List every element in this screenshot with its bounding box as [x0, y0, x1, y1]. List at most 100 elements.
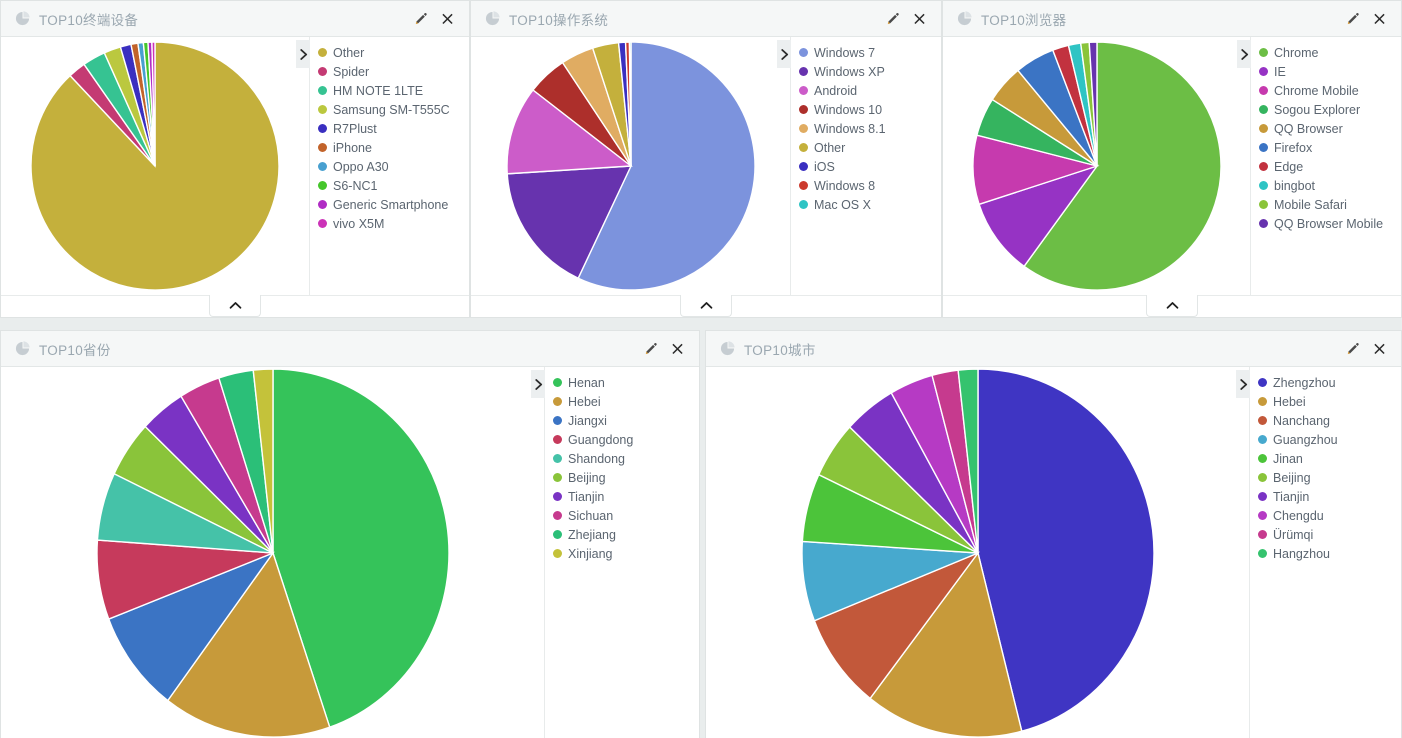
legend-item[interactable]: Windows XP [799, 62, 941, 81]
legend-item[interactable]: S6-NC1 [318, 176, 469, 195]
pie-chart-icon [957, 11, 972, 26]
legend-list: Other Spider HM NOTE 1LTE Samsung SM-T555C R… [310, 37, 469, 295]
legend-item[interactable]: iOS [799, 157, 941, 176]
legend-item[interactable]: Beijing [1258, 468, 1401, 487]
panel-operating-systems: TOP10操作系统 Windows 7 Windows XP Android Wind… [470, 0, 942, 318]
dashboard-root: TOP10终端设备 Other Spider HM NOTE 1LTE Samsung… [0, 0, 1402, 738]
close-icon[interactable] [671, 342, 685, 356]
pencil-icon[interactable] [1346, 12, 1360, 26]
legend-item[interactable]: Chrome [1259, 43, 1401, 62]
legend-item-label: QQ Browser [1274, 121, 1343, 136]
legend-item[interactable]: Windows 10 [799, 100, 941, 119]
legend-item[interactable]: Beijing [553, 468, 699, 487]
close-icon[interactable] [1373, 12, 1387, 26]
legend-item[interactable]: Xinjiang [553, 544, 699, 563]
legend-color-swatch [799, 67, 808, 76]
legend-item-label: IE [1274, 64, 1286, 79]
legend-color-swatch [799, 181, 808, 190]
legend-item[interactable]: Nanchang [1258, 411, 1401, 430]
close-icon[interactable] [1373, 342, 1387, 356]
legend-color-swatch [1258, 473, 1267, 482]
pencil-icon[interactable] [644, 342, 658, 356]
legend-item[interactable]: R7Plust [318, 119, 469, 138]
close-icon[interactable] [441, 12, 455, 26]
legend-item[interactable]: Android [799, 81, 941, 100]
legend-item-label: Henan [568, 375, 605, 390]
legend-color-swatch [553, 454, 562, 463]
legend-item-label: Guangdong [568, 432, 634, 447]
pie-chart-icon [720, 341, 735, 356]
collapse-toggle-button[interactable] [1146, 295, 1198, 317]
legend-item[interactable]: Chengdu [1258, 506, 1401, 525]
legend-item[interactable]: Windows 8 [799, 176, 941, 195]
panel-title-wrap: TOP10终端设备 [15, 9, 414, 29]
legend-item[interactable]: QQ Browser [1259, 119, 1401, 138]
legend-item[interactable]: Hebei [1258, 392, 1401, 411]
legend-item[interactable]: Other [318, 43, 469, 62]
legend-item[interactable]: Hebei [553, 392, 699, 411]
legend-item[interactable]: Zhengzhou [1258, 373, 1401, 392]
legend-item-label: Windows 8.1 [814, 121, 886, 136]
legend-item[interactable]: Mac OS X [799, 195, 941, 214]
legend-item[interactable]: Windows 8.1 [799, 119, 941, 138]
legend-list: Henan Hebei Jiangxi Guangdong Shandong Beijin… [545, 367, 699, 738]
legend-color-swatch [318, 219, 327, 228]
legend-item[interactable]: Samsung SM-T555C [318, 100, 469, 119]
legend-color-swatch [1259, 105, 1268, 114]
legend-item[interactable]: Sogou Explorer [1259, 100, 1401, 119]
legend-item[interactable]: bingbot [1259, 176, 1401, 195]
legend-item[interactable]: Sichuan [553, 506, 699, 525]
legend-item[interactable]: Other [799, 138, 941, 157]
legend-item[interactable]: Ürümqi [1258, 525, 1401, 544]
legend-item-label: Windows 8 [814, 178, 876, 193]
legend-item[interactable]: Oppo A30 [318, 157, 469, 176]
pencil-icon[interactable] [886, 12, 900, 26]
legend-item[interactable]: Tianjin [553, 487, 699, 506]
legend-item[interactable]: Shandong [553, 449, 699, 468]
legend-item[interactable]: HM NOTE 1LTE [318, 81, 469, 100]
legend-toggle-button[interactable] [296, 40, 310, 68]
legend-item[interactable]: Generic Smartphone [318, 195, 469, 214]
legend-item-label: iPhone [333, 140, 372, 155]
legend-item-label: Windows XP [814, 64, 885, 79]
legend-item-label: Jiangxi [568, 413, 607, 428]
legend-item[interactable]: Windows 7 [799, 43, 941, 62]
legend-color-swatch [799, 162, 808, 171]
legend-toggle-button[interactable] [1237, 40, 1251, 68]
legend-item-label: Tianjin [568, 489, 605, 504]
legend-item[interactable]: Firefox [1259, 138, 1401, 157]
pencil-icon[interactable] [1346, 342, 1360, 356]
legend-item[interactable]: Henan [553, 373, 699, 392]
legend-toggle-button[interactable] [1236, 370, 1250, 398]
legend-item-label: vivo X5M [333, 216, 385, 231]
legend-item[interactable]: vivo X5M [318, 214, 469, 233]
legend-item[interactable]: Zhejiang [553, 525, 699, 544]
legend-item-label: Nanchang [1273, 413, 1330, 428]
legend-item[interactable]: Jinan [1258, 449, 1401, 468]
legend-item[interactable]: Guangzhou [1258, 430, 1401, 449]
collapse-toggle-button[interactable] [680, 295, 732, 317]
panel-body: Other Spider HM NOTE 1LTE Samsung SM-T555C R… [1, 37, 469, 295]
close-icon[interactable] [913, 12, 927, 26]
legend-item[interactable]: IE [1259, 62, 1401, 81]
legend-item[interactable]: Tianjin [1258, 487, 1401, 506]
legend-item[interactable]: Mobile Safari [1259, 195, 1401, 214]
legend-item[interactable]: Jiangxi [553, 411, 699, 430]
collapse-toggle-button[interactable] [209, 295, 261, 317]
pencil-icon[interactable] [414, 12, 428, 26]
legend-item[interactable]: Hangzhou [1258, 544, 1401, 563]
legend-item[interactable]: Edge [1259, 157, 1401, 176]
pie-chart-browsers [943, 37, 1250, 295]
legend-item[interactable]: QQ Browser Mobile [1259, 214, 1401, 233]
legend-color-swatch [1259, 67, 1268, 76]
legend-color-swatch [1259, 181, 1268, 190]
legend-item[interactable]: iPhone [318, 138, 469, 157]
legend-toggle-button[interactable] [777, 40, 791, 68]
legend-item[interactable]: Chrome Mobile [1259, 81, 1401, 100]
legend-item[interactable]: Spider [318, 62, 469, 81]
legend-color-swatch [318, 124, 327, 133]
legend-item-label: Mobile Safari [1274, 197, 1347, 212]
page-title: TOP10浏览器 [981, 12, 1067, 28]
legend-toggle-button[interactable] [531, 370, 545, 398]
legend-item[interactable]: Guangdong [553, 430, 699, 449]
